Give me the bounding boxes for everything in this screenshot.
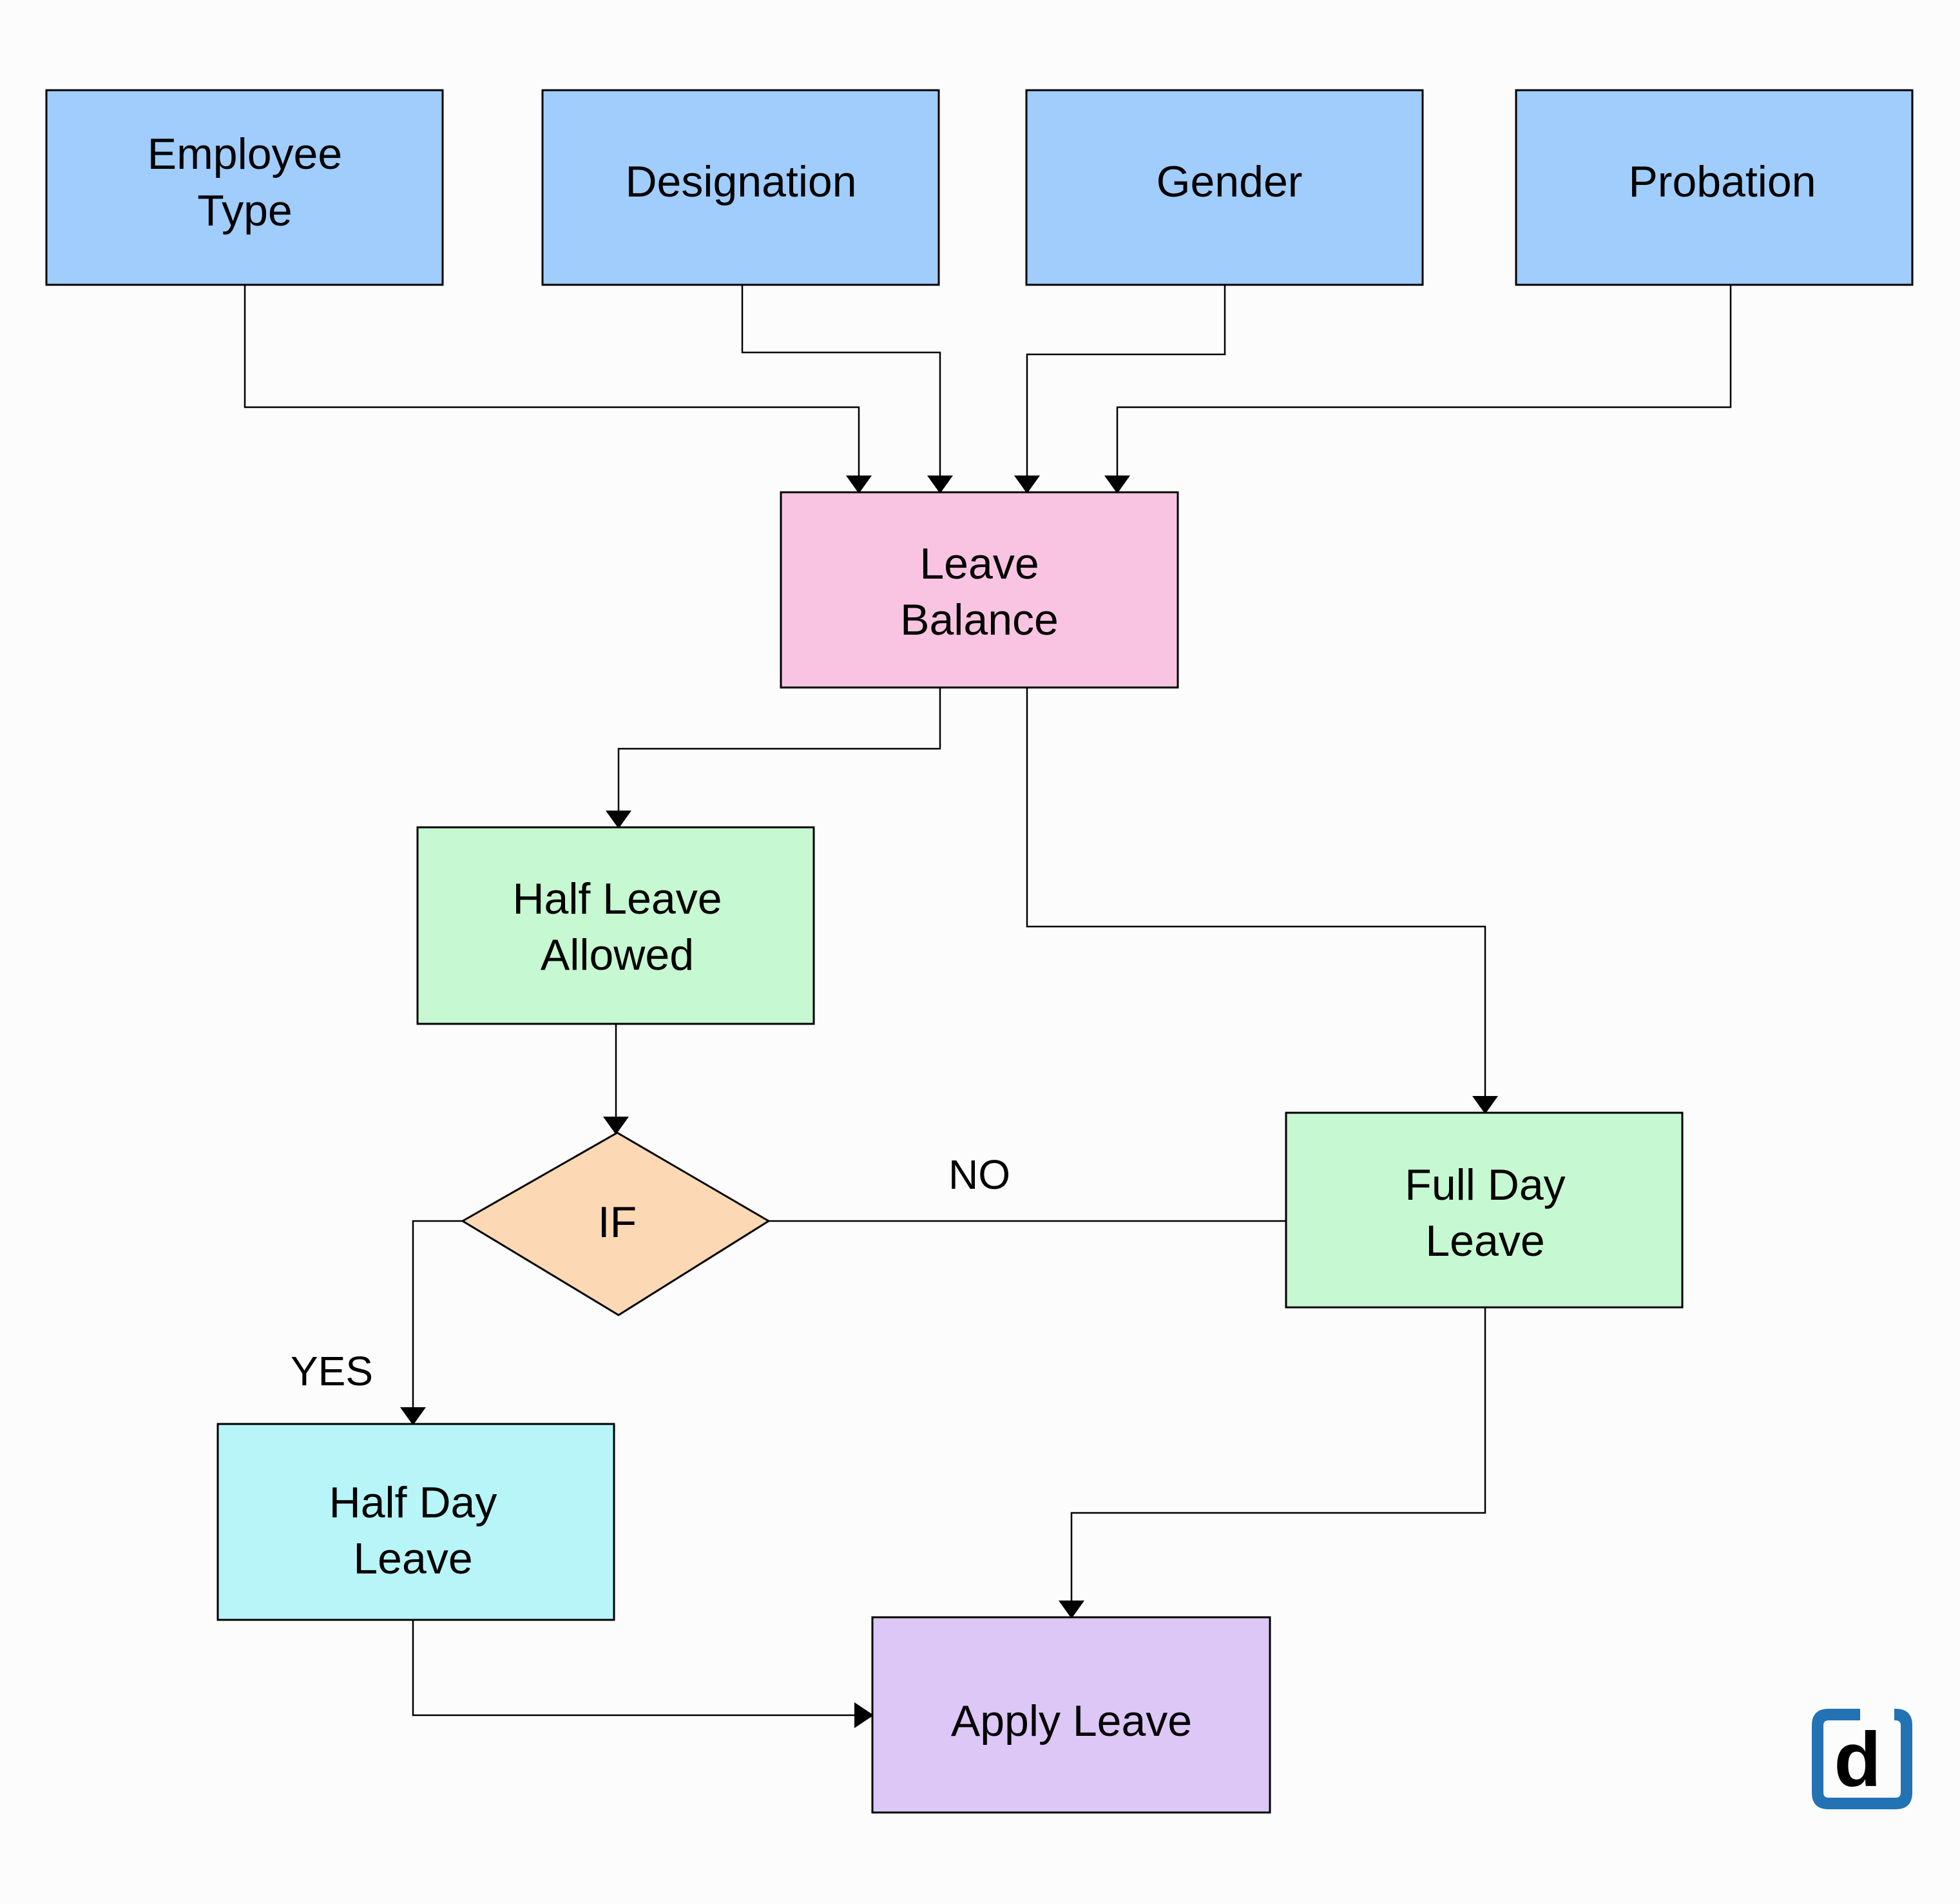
brand-logo-letter: d — [1834, 1716, 1881, 1803]
node-leave-balance-box — [780, 491, 1179, 689]
node-employee-type-label-line2: Type — [197, 186, 292, 235]
arrowhead-icon — [846, 476, 872, 494]
node-half-day-leave[interactable]: Half Day Leave — [216, 1423, 615, 1621]
flow-diagram: Employee Type Designation Gender Probati… — [45, 89, 1914, 1814]
arrowhead-icon — [400, 1407, 426, 1425]
node-employee-type[interactable]: Employee Type — [45, 89, 444, 286]
arrowhead-icon — [1014, 476, 1040, 494]
node-full-day-leave-box — [1285, 1111, 1684, 1309]
edge-label-no: NO — [948, 1151, 1010, 1198]
node-designation-label: Designation — [625, 157, 856, 206]
edge-half-day-leave-to-apply-leave — [412, 1620, 857, 1716]
node-employee-type-label-line1: Employee — [148, 130, 342, 178]
edge-if-to-half-day-leave — [412, 1220, 463, 1409]
node-gender[interactable]: Gender — [1025, 89, 1424, 286]
node-half-day-leave-label-line1: Half Day — [329, 1478, 497, 1527]
arrowhead-icon — [603, 1117, 629, 1135]
node-if-decision-label: IF — [598, 1198, 637, 1247]
edge-gender-to-leave-balance — [1026, 285, 1226, 477]
brand-logo-icon: d — [1812, 1709, 1912, 1809]
node-apply-leave[interactable]: Apply Leave — [871, 1616, 1271, 1814]
arrowhead-icon — [1104, 476, 1130, 494]
edge-leave-balance-to-half-leave-allowed — [617, 688, 941, 812]
node-designation[interactable]: Designation — [541, 89, 940, 286]
node-half-leave-allowed-label-line1: Half Leave — [512, 874, 722, 923]
edge-employee-type-to-leave-balance — [244, 285, 860, 477]
arrowhead-icon — [606, 811, 631, 829]
edge-full-day-leave-to-apply-leave — [1070, 1307, 1486, 1602]
node-full-day-leave-label-line1: Full Day — [1405, 1160, 1565, 1209]
node-half-leave-allowed[interactable]: Half Leave Allowed — [416, 826, 815, 1025]
node-apply-leave-label: Apply Leave — [951, 1697, 1192, 1745]
node-leave-balance-label-line1: Leave — [919, 539, 1039, 588]
node-probation[interactable]: Probation — [1515, 89, 1914, 286]
node-probation-label: Probation — [1628, 157, 1816, 206]
node-leave-balance[interactable]: Leave Balance — [780, 491, 1179, 689]
node-half-leave-allowed-label-line2: Allowed — [541, 930, 694, 979]
arrowhead-icon — [927, 476, 953, 494]
arrowhead-icon — [1059, 1601, 1084, 1619]
arrowhead-icon — [854, 1702, 874, 1728]
node-full-day-leave[interactable]: Full Day Leave — [1285, 1111, 1684, 1309]
node-if-decision[interactable]: IF — [461, 1131, 771, 1316]
edge-leave-balance-to-full-day-leave — [1026, 688, 1486, 1097]
edge-probation-to-leave-balance — [1116, 285, 1732, 477]
arrowhead-icon — [1472, 1096, 1498, 1114]
node-half-day-leave-label-line2: Leave — [353, 1534, 472, 1583]
edge-designation-to-leave-balance — [741, 285, 941, 477]
node-gender-label: Gender — [1157, 157, 1303, 206]
node-leave-balance-label-line2: Balance — [900, 595, 1059, 644]
edge-label-yes: YES — [291, 1348, 373, 1394]
node-full-day-leave-label-line2: Leave — [1425, 1216, 1544, 1265]
node-half-leave-allowed-box — [416, 826, 815, 1025]
